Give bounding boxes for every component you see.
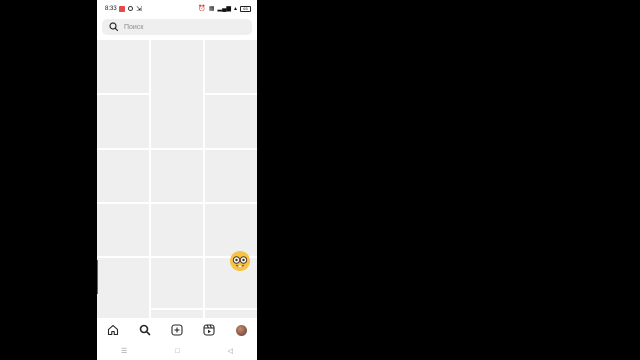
grid-tile[interactable] [97, 258, 149, 318]
grid-tile[interactable] [97, 204, 149, 256]
notification-circle-icon [128, 6, 133, 11]
bottom-navigation [97, 318, 257, 342]
system-home-button[interactable]: □ [175, 348, 179, 355]
system-navigation-bar: ☰ □ ◁ [97, 342, 257, 360]
grid-tile[interactable] [151, 40, 203, 148]
nav-create[interactable] [169, 322, 185, 338]
nav-explore[interactable] [137, 322, 153, 338]
search-icon [139, 324, 151, 336]
nav-reels[interactable] [201, 322, 217, 338]
reels-icon [203, 324, 215, 336]
status-bar: 8:33 ⇲ ⏰ ▦ ▂▄▆ ▴ 65 [97, 0, 257, 18]
grid-tile[interactable] [205, 40, 257, 93]
nav-profile[interactable] [233, 322, 249, 338]
scroll-indicator [97, 260, 98, 294]
grid-tile[interactable] [151, 150, 203, 202]
nerd-face-emoji-icon[interactable] [229, 250, 251, 272]
back-button[interactable]: ◁ [228, 347, 233, 355]
notification-signal-icon: ⇲ [136, 6, 142, 13]
wifi-icon: ▴ [233, 6, 237, 12]
grid-tile[interactable] [205, 310, 257, 318]
battery-icon: 65 [240, 5, 251, 12]
volte-icon: ▦ [208, 6, 215, 12]
grid-tile[interactable] [205, 204, 257, 256]
notification-app-icon [119, 6, 125, 12]
search-icon [109, 22, 119, 32]
signal-icon: ▂▄▆ [217, 6, 231, 12]
recents-button[interactable]: ☰ [121, 347, 127, 355]
grid-tile[interactable] [151, 204, 203, 256]
grid-tile[interactable] [205, 150, 257, 202]
grid-tile[interactable] [205, 95, 257, 148]
grid-tile[interactable] [97, 150, 149, 202]
alarm-icon: ⏰ [198, 6, 206, 12]
phone-screen: 8:33 ⇲ ⏰ ▦ ▂▄▆ ▴ 65 Поиск ☰ □ ◁ [97, 0, 257, 360]
status-time: 8:33 [105, 6, 117, 12]
home-icon [107, 324, 119, 336]
grid-tile[interactable] [151, 310, 203, 318]
grid-tile[interactable] [151, 258, 203, 308]
grid-tile[interactable] [97, 95, 149, 148]
search-input[interactable] [124, 23, 244, 31]
avatar [235, 324, 247, 336]
search-bar[interactable] [102, 19, 252, 35]
explore-grid [97, 40, 257, 318]
nav-home[interactable] [105, 322, 121, 338]
plus-square-icon [171, 324, 183, 336]
status-right: ⏰ ▦ ▂▄▆ ▴ 65 [198, 5, 251, 12]
grid-tile[interactable] [97, 40, 149, 93]
